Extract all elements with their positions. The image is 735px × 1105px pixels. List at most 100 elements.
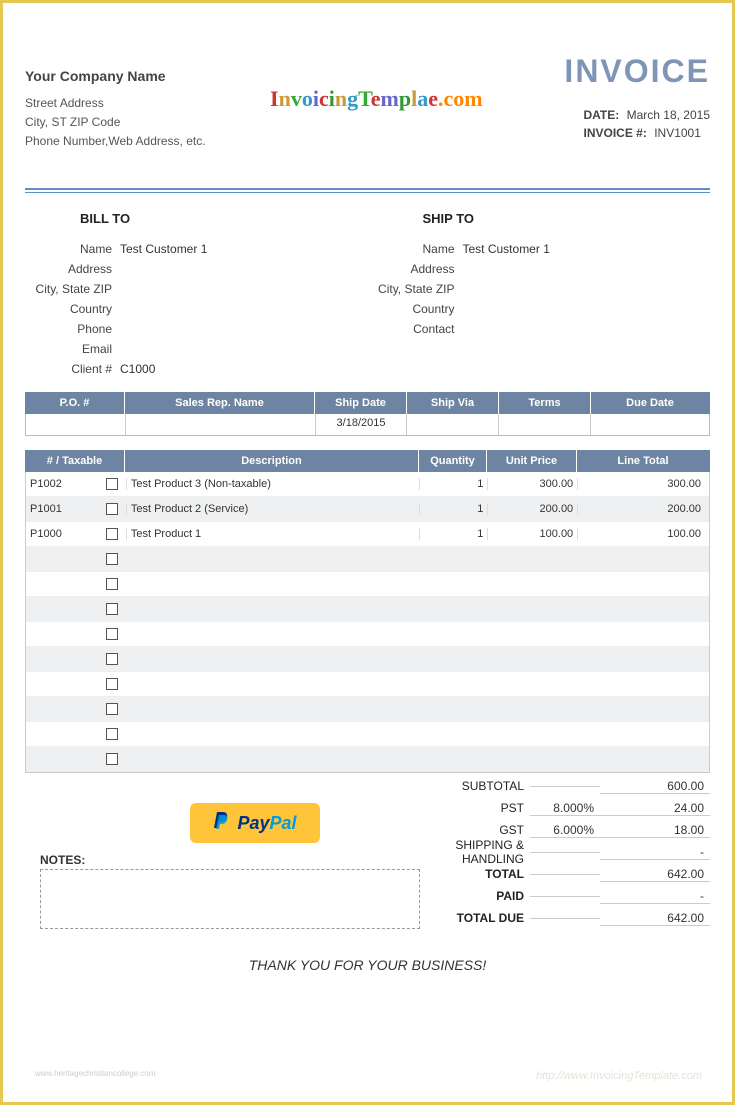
item-id: P1000 [30,528,62,540]
company-city: City, ST ZIP Code [25,113,206,132]
total-due-label: TOTAL DUE [445,911,530,925]
company-name: Your Company Name [25,68,206,84]
pst-label: PST [445,801,530,815]
table-row [26,597,709,622]
shipto-label-country: Country [368,302,463,316]
shipto-name: Test Customer 1 [463,242,711,256]
po-header-due: Due Date [591,392,709,414]
item-price[interactable]: 200.00 [487,503,577,515]
shipping-label: SHIPPING & HANDLING [445,838,530,866]
ship-to-block: SHIP TO NameTest Customer 1 Address City… [368,211,711,382]
po-cell-po[interactable] [26,414,126,435]
item-total: 300.00 [577,478,709,490]
items-header: # / Taxable Description Quantity Unit Pr… [25,450,710,472]
logo: InvoicingTemplae.com [270,86,483,112]
total-due-value: 642.00 [600,911,710,926]
shipto-country [463,302,711,316]
po-cell-due[interactable] [591,414,709,435]
item-qty[interactable]: 1 [419,528,487,540]
item-qty[interactable]: 1 [419,478,487,490]
po-cell-shipvia[interactable] [407,414,499,435]
ship-to-heading: SHIP TO [423,211,711,226]
po-header-terms: Terms [499,392,591,414]
po-cell-rep[interactable] [126,414,316,435]
items-header-price: Unit Price [487,450,577,472]
gst-pct: 6.000% [530,823,600,838]
po-cell-terms[interactable] [499,414,591,435]
table-row [26,622,709,647]
taxable-checkbox[interactable] [106,528,118,540]
table-row [26,722,709,747]
watermark-left: www.heritagechristiancollege.com [35,1069,156,1078]
paid-label: PAID [445,889,530,903]
notes-input[interactable] [40,869,420,929]
invoice-number-label: INVOICE #: [583,126,646,140]
taxable-checkbox[interactable] [106,728,118,740]
table-row [26,747,709,772]
taxable-checkbox[interactable] [106,503,118,515]
item-desc[interactable]: Test Product 1 [126,528,420,540]
divider-top [25,188,710,190]
total-value: 642.00 [600,867,710,882]
date-label: DATE: [583,108,619,122]
taxable-checkbox[interactable] [106,628,118,640]
pst-value: 24.00 [600,801,710,816]
billto-client: C1000 [120,362,368,376]
shipto-label-name: Name [368,242,463,256]
bill-to-heading: BILL TO [80,211,368,226]
table-row [26,547,709,572]
notes-label: NOTES: [40,853,445,867]
taxable-checkbox[interactable] [106,478,118,490]
bill-to-block: BILL TO NameTest Customer 1 Address City… [25,211,368,382]
item-price[interactable]: 300.00 [487,478,577,490]
shipto-city [463,282,711,296]
invoice-title: INVOICE [564,53,710,90]
item-desc[interactable]: Test Product 3 (Non-taxable) [126,478,420,490]
billto-country [120,302,368,316]
table-row [26,697,709,722]
company-block: Your Company Name Street Address City, S… [25,68,206,152]
table-row [26,572,709,597]
table-row: P1000Test Product 11100.00100.00 [26,522,709,547]
item-id: P1001 [30,503,62,515]
subtotal-value: 600.00 [600,779,710,794]
total-label: TOTAL [445,867,530,881]
date-value: March 18, 2015 [627,108,710,122]
billto-label-country: Country [25,302,120,316]
po-header: P.O. # Sales Rep. Name Ship Date Ship Vi… [25,392,710,414]
item-total: 100.00 [577,528,709,540]
table-row: P1002Test Product 3 (Non-taxable)1300.00… [26,472,709,497]
meta-block: DATE: March 18, 2015 INVOICE #: INV1001 [583,108,710,144]
shipto-label-address: Address [368,262,463,276]
po-cell-shipdate[interactable]: 3/18/2015 [316,414,408,435]
gst-label: GST [445,823,530,837]
item-qty[interactable]: 1 [419,503,487,515]
po-header-po: P.O. # [25,392,125,414]
billto-name: Test Customer 1 [120,242,368,256]
taxable-checkbox[interactable] [106,603,118,615]
divider-bottom [25,192,710,193]
paypal-button[interactable]: PayPal [190,803,320,843]
po-header-rep: Sales Rep. Name [125,392,315,414]
item-id: P1002 [30,478,62,490]
item-price[interactable]: 100.00 [487,528,577,540]
table-row [26,672,709,697]
billto-label-name: Name [25,242,120,256]
taxable-checkbox[interactable] [106,578,118,590]
taxable-checkbox[interactable] [106,653,118,665]
subtotal-label: SUBTOTAL [445,779,530,793]
taxable-checkbox[interactable] [106,753,118,765]
taxable-checkbox[interactable] [106,678,118,690]
items-header-qty: Quantity [419,450,487,472]
paypal-text-pay: Pay [237,813,269,834]
billto-email [120,342,368,356]
billto-label-address: Address [25,262,120,276]
taxable-checkbox[interactable] [106,553,118,565]
billto-city [120,282,368,296]
thank-you-message: THANK YOU FOR YOUR BUSINESS! [25,957,710,973]
items-table: P1002Test Product 3 (Non-taxable)1300.00… [25,472,710,773]
taxable-checkbox[interactable] [106,703,118,715]
item-desc[interactable]: Test Product 2 (Service) [126,503,420,515]
paid-value: - [600,889,710,904]
shipto-address [463,262,711,276]
